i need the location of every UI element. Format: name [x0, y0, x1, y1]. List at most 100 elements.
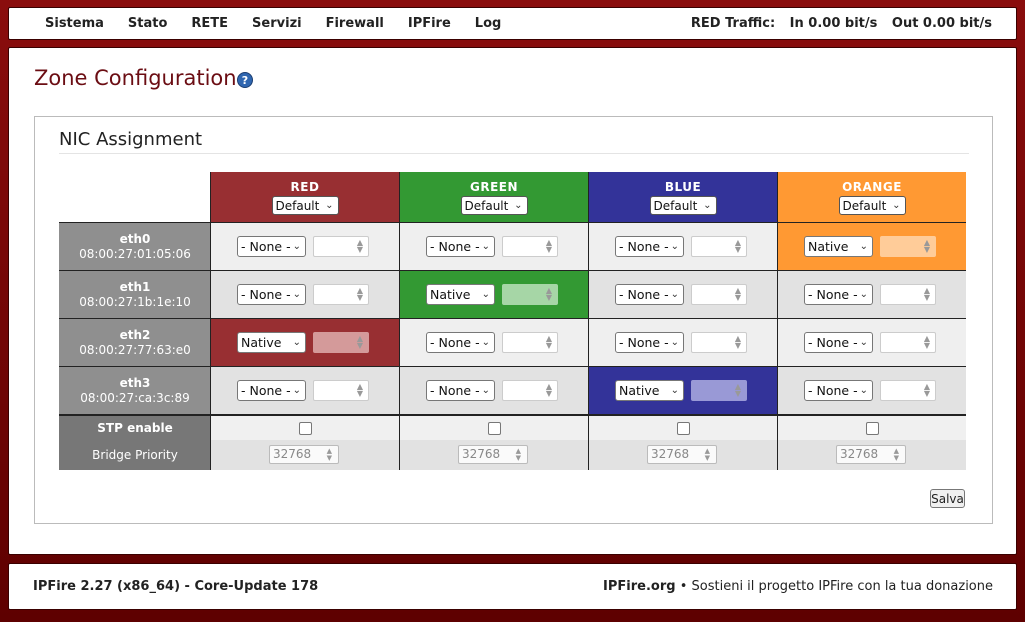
assignment-select[interactable]: - None - ⌄ [804, 284, 873, 305]
page-title: Zone Configuration [34, 66, 237, 90]
zone-mode-select[interactable]: Default ⌄ [838, 196, 906, 215]
bridge-priority-input[interactable]: 32768 ▲ ▼ [269, 445, 339, 464]
nic-assignment-box: NIC Assignment RED Default ⌄ GREEN Default ⌄ B… [34, 116, 993, 524]
table-divider [59, 318, 966, 319]
zone-mode-select[interactable]: Default ⌄ [649, 196, 717, 215]
vlan-id-input[interactable]: ▲ ▼ [313, 284, 369, 305]
assignment-select[interactable]: - None - ⌄ [237, 284, 306, 305]
vlan-id-input[interactable]: ▲ ▼ [313, 236, 369, 257]
zone-mode-value: Default [464, 198, 509, 213]
stp-enable-checkbox[interactable] [866, 422, 879, 435]
assignment-value: - None - [808, 383, 858, 398]
section-divider [59, 153, 969, 154]
vlan-id-input[interactable]: ▲ ▼ [880, 380, 936, 401]
bridge-priority-value: 32768 [462, 447, 501, 461]
save-button[interactable]: Salva [930, 489, 965, 508]
bridge-priority-value: 32768 [273, 447, 312, 461]
vlan-id-input[interactable]: ▲ ▼ [880, 236, 936, 257]
nic-mac: 08:00:27:77:63:e0 [79, 343, 191, 357]
vlan-id-input[interactable]: ▲ ▼ [691, 380, 747, 401]
vlan-id-input[interactable]: ▲ ▼ [502, 284, 558, 305]
top-navbar: Sistema Stato RETE Servizi Firewall IPFi… [8, 7, 1017, 40]
chevron-down-icon: ⌄ [481, 241, 490, 252]
bridge-priority-value: 32768 [651, 447, 690, 461]
menu-item-sistema[interactable]: Sistema [45, 16, 104, 31]
stp-enable-checkbox[interactable] [299, 422, 312, 435]
donate-link[interactable]: Sostieni il progetto IPFire con la tua d… [692, 579, 993, 594]
vlan-id-input[interactable]: ▲ ▼ [691, 236, 747, 257]
table-divider [59, 414, 966, 416]
chevron-down-icon: ⌄ [892, 200, 901, 211]
spinner-arrows-icon: ▲ ▼ [734, 286, 741, 302]
nic-label-eth2: eth2 08:00:27:77:63:e0 [59, 319, 211, 366]
zone-mode-value: Default [842, 198, 887, 213]
nic-mac: 08:00:27:01:05:06 [79, 247, 191, 261]
nic-zone-cell: - None - ⌄ ▲ ▼ [400, 367, 588, 414]
main-menu: Sistema Stato RETE Servizi Firewall IPFi… [45, 16, 525, 31]
nic-zone-cell: Native ⌄ ▲ ▼ [400, 271, 588, 318]
spinner-arrows-icon: ▲ ▼ [734, 238, 741, 254]
nic-label-eth1: eth1 08:00:27:1b:1e:10 [59, 271, 211, 318]
spinner-arrows-icon: ▲ ▼ [923, 286, 930, 302]
assignment-select[interactable]: - None - ⌄ [426, 380, 495, 401]
assignment-value: Native [241, 335, 282, 350]
vlan-id-input[interactable]: ▲ ▼ [502, 380, 558, 401]
main-panel: Zone Configuration ? NIC Assignment RED D… [8, 47, 1017, 555]
vlan-id-input[interactable]: ▲ ▼ [502, 236, 558, 257]
vlan-id-input[interactable]: ▲ ▼ [880, 284, 936, 305]
bridge-priority-input[interactable]: 32768 ▲ ▼ [458, 445, 528, 464]
vlan-id-input[interactable]: ▲ ▼ [691, 284, 747, 305]
nic-zone-cell: - None - ⌄ ▲ ▼ [589, 271, 777, 318]
bridge-priority-input[interactable]: 32768 ▲ ▼ [836, 445, 906, 464]
zone-mode-select[interactable]: Default ⌄ [460, 196, 528, 215]
assignment-select[interactable]: Native ⌄ [804, 236, 873, 257]
assignment-select[interactable]: Native ⌄ [615, 380, 684, 401]
zone-mode-select[interactable]: Default ⌄ [271, 196, 339, 215]
vlan-id-input[interactable]: ▲ ▼ [313, 380, 369, 401]
assignment-select[interactable]: - None - ⌄ [237, 236, 306, 257]
assignment-select[interactable]: - None - ⌄ [804, 332, 873, 353]
assignment-select[interactable]: Native ⌄ [426, 284, 495, 305]
assignment-select[interactable]: - None - ⌄ [615, 236, 684, 257]
bridge-priority-value: 32768 [840, 447, 879, 461]
chevron-down-icon: ⌄ [292, 337, 301, 348]
stp-enable-checkbox[interactable] [488, 422, 501, 435]
menu-item-ipfire[interactable]: IPFire [408, 16, 451, 31]
assignment-select[interactable]: - None - ⌄ [615, 332, 684, 353]
menu-item-servizi[interactable]: Servizi [252, 16, 302, 31]
menu-item-stato[interactable]: Stato [128, 16, 168, 31]
menu-item-log[interactable]: Log [475, 16, 502, 31]
traffic-out: Out 0.00 bit/s [891, 16, 992, 31]
assignment-select[interactable]: - None - ⌄ [237, 380, 306, 401]
nic-zone-cell: - None - ⌄ ▲ ▼ [211, 367, 399, 414]
vlan-id-input[interactable]: ▲ ▼ [691, 332, 747, 353]
assignment-value: - None - [619, 239, 669, 254]
zone-header-green: GREEN Default ⌄ [400, 172, 588, 222]
assignment-select[interactable]: - None - ⌄ [615, 284, 684, 305]
assignment-value: Native [808, 239, 849, 254]
assignment-select[interactable]: - None - ⌄ [426, 236, 495, 257]
nic-name: eth3 [119, 376, 151, 390]
vlan-id-input[interactable]: ▲ ▼ [313, 332, 369, 353]
stp-enable-label: STP enable [59, 416, 211, 440]
help-icon[interactable]: ? [237, 72, 253, 88]
bridge-priority-input[interactable]: 32768 ▲ ▼ [647, 445, 717, 464]
menu-item-firewall[interactable]: Firewall [326, 16, 384, 31]
spinner-arrows-icon: ▲ ▼ [326, 447, 332, 462]
spinner-arrows-icon: ▲ ▼ [545, 238, 552, 254]
vlan-id-input[interactable]: ▲ ▼ [502, 332, 558, 353]
nic-mac: 08:00:27:ca:3c:89 [80, 391, 190, 405]
spinner-arrows-icon: ▲ ▼ [545, 334, 552, 350]
chevron-down-icon: ⌄ [292, 385, 301, 396]
spinner-arrows-icon: ▲ ▼ [893, 447, 899, 462]
menu-item-rete[interactable]: RETE [191, 16, 228, 31]
nic-zone-cell: Native ⌄ ▲ ▼ [778, 223, 966, 270]
table-divider [588, 172, 589, 470]
ipfire-link[interactable]: IPFire.org [603, 579, 676, 594]
stp-enable-checkbox[interactable] [677, 422, 690, 435]
assignment-select[interactable]: Native ⌄ [237, 332, 306, 353]
assignment-select[interactable]: - None - ⌄ [804, 380, 873, 401]
vlan-id-input[interactable]: ▲ ▼ [880, 332, 936, 353]
assignment-select[interactable]: - None - ⌄ [426, 332, 495, 353]
footer: IPFire 2.27 (x86_64) - Core-Update 178 I… [8, 563, 1017, 610]
